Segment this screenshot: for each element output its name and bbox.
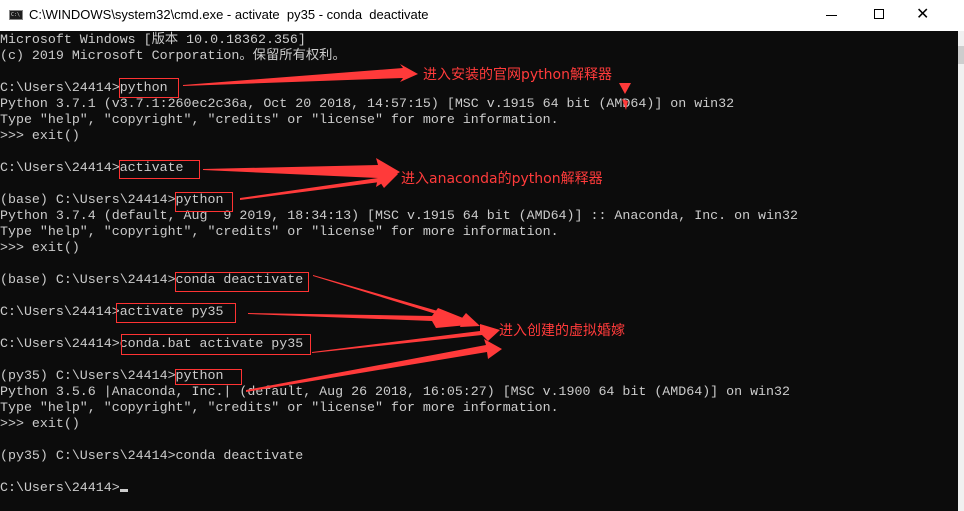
console-line: Type "help", "copyright", "credits" or "… <box>0 112 559 127</box>
console-line: Python 3.7.1 (v3.7.1:260ec2c36a, Oct 20 … <box>0 96 735 111</box>
annotation-note-anaconda-python: 进入anaconda的python解释器 <box>401 171 603 187</box>
console-line: >>> exit() <box>0 416 80 431</box>
window-title: C:\WINDOWS\system32\cmd.exe - activate p… <box>29 7 429 22</box>
cmd-icon: C:\ <box>9 10 23 20</box>
console-line: >>> exit() <box>0 240 80 255</box>
highlight-box-activate-py35 <box>116 303 236 323</box>
highlight-box-conda-bat <box>121 334 311 355</box>
console-line: Type "help", "copyright", "credits" or "… <box>0 224 559 239</box>
highlight-box-conda-deactivate <box>175 272 309 292</box>
maximize-button[interactable] <box>856 0 902 31</box>
annotation-note-official-python: 进入安装的官网python解释器 <box>423 67 612 83</box>
console-line: (py35) C:\Users\24414>conda deactivate <box>0 448 304 463</box>
console-line: Type "help", "copyright", "credits" or "… <box>0 400 559 415</box>
title-bar[interactable]: C:\ C:\WINDOWS\system32\cmd.exe - activa… <box>0 0 964 31</box>
scrollbar[interactable] <box>958 31 964 511</box>
close-icon: ✕ <box>916 6 930 23</box>
console-output[interactable]: Microsoft Windows [版本 10.0.18362.356] (c)… <box>0 31 958 511</box>
console-line: (c) 2019 Microsoft Corporation。保留所有权利。 <box>0 48 346 63</box>
highlight-box-python-1 <box>119 78 179 98</box>
close-button[interactable]: ✕ <box>902 0 948 31</box>
minimize-icon <box>826 15 837 16</box>
minimize-button[interactable] <box>809 0 855 31</box>
highlight-box-python-2 <box>175 192 233 212</box>
highlight-box-python-3 <box>175 369 242 385</box>
console-line: >>> exit() <box>0 128 80 143</box>
annotation-note-virtual-env: 进入创建的虚拟婚嫁 <box>499 323 625 339</box>
highlight-box-activate <box>119 160 200 179</box>
scrollbar-thumb[interactable] <box>958 46 964 64</box>
console-line: Microsoft Windows [版本 10.0.18362.356] <box>0 32 306 47</box>
console-line: Python 3.5.6 |Anaconda, Inc.| (default, … <box>0 384 790 399</box>
console-line: Python 3.7.4 (default, Aug 9 2019, 18:34… <box>0 208 798 223</box>
text-cursor <box>119 489 128 492</box>
maximize-icon <box>874 9 884 19</box>
console-line: C:\Users\24414> <box>0 480 128 496</box>
